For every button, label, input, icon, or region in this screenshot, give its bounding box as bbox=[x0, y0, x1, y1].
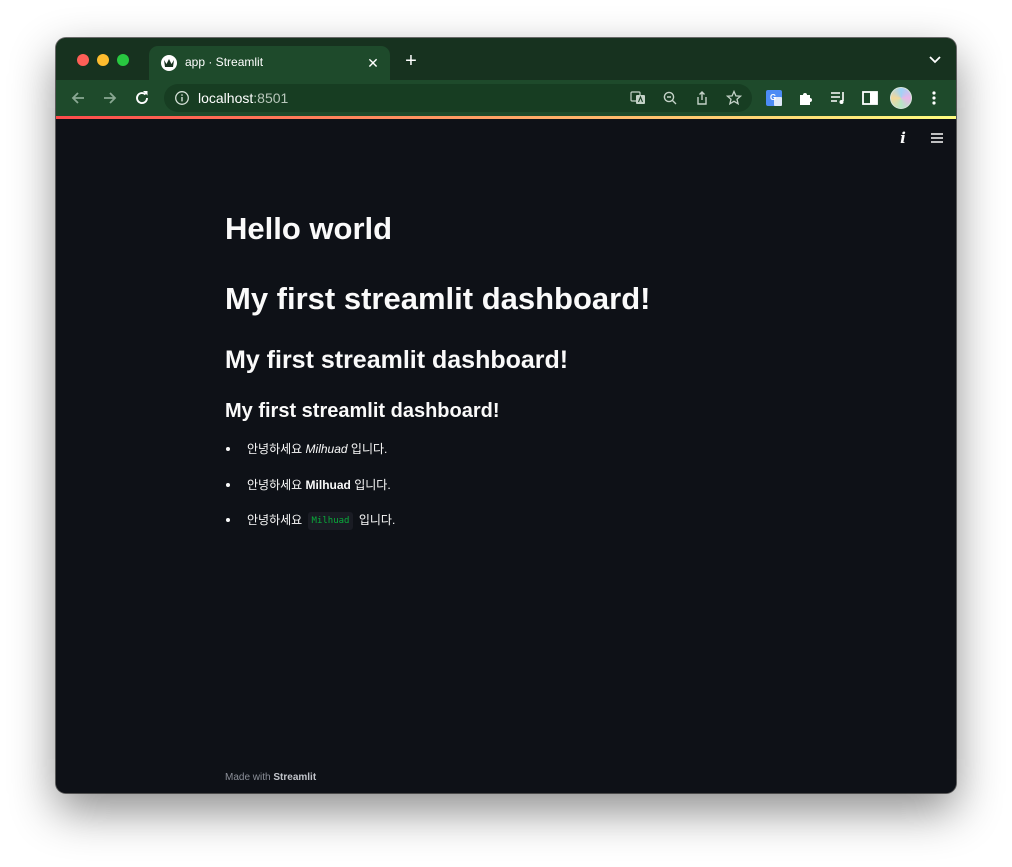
bookmark-star-icon[interactable] bbox=[726, 90, 742, 106]
bullet-dot bbox=[226, 447, 230, 451]
new-tab-button[interactable]: + bbox=[400, 50, 422, 72]
back-arrow-icon[interactable] bbox=[68, 88, 88, 108]
svg-text:G: G bbox=[770, 93, 776, 102]
list-item-text: 안녕하세요 Milhuad 입니다. bbox=[247, 512, 395, 530]
browser-tab[interactable]: app · Streamlit ✕ bbox=[149, 46, 390, 80]
streamlit-crown-icon bbox=[161, 55, 177, 71]
bullet-dot bbox=[226, 518, 230, 522]
extensions-puzzle-icon[interactable] bbox=[796, 88, 816, 108]
translate-icon[interactable] bbox=[630, 90, 646, 106]
address-bar[interactable]: localhost:8501 bbox=[164, 84, 752, 112]
google-translate-extension-icon[interactable]: G bbox=[764, 88, 784, 108]
list-item-text: 안녕하세요 Milhuad 입니다. bbox=[247, 442, 388, 456]
minimize-window-button[interactable] bbox=[97, 54, 109, 66]
italic-name: Milhuad bbox=[305, 442, 348, 456]
info-icon[interactable]: i bbox=[896, 129, 910, 147]
streamlit-app: i Hello world My first streamlit dashboa… bbox=[56, 119, 956, 793]
maximize-window-button[interactable] bbox=[117, 54, 129, 66]
code-name: Milhuad bbox=[307, 512, 354, 530]
bullet-dot bbox=[226, 482, 230, 487]
streamlit-link[interactable]: Streamlit bbox=[273, 772, 316, 783]
close-tab-icon[interactable]: ✕ bbox=[364, 54, 382, 72]
reload-icon[interactable] bbox=[132, 88, 152, 108]
zoom-out-icon[interactable] bbox=[662, 90, 678, 106]
share-icon[interactable] bbox=[694, 90, 710, 106]
forward-arrow-icon[interactable] bbox=[100, 88, 120, 108]
more-options-icon[interactable] bbox=[924, 88, 944, 108]
side-panel-icon[interactable] bbox=[860, 88, 880, 108]
footer: Made with Streamlit bbox=[225, 772, 317, 783]
page-title: Hello world bbox=[225, 211, 393, 246]
hamburger-menu-icon[interactable] bbox=[930, 132, 944, 144]
heading-h2: My first streamlit dashboard! bbox=[225, 346, 569, 374]
url-text: localhost:8501 bbox=[198, 90, 289, 106]
tab-title: app · Streamlit bbox=[185, 55, 264, 69]
browser-window: app · Streamlit ✕ + localhost:8501 G i H… bbox=[56, 38, 956, 793]
tab-bar: app · Streamlit ✕ + bbox=[56, 38, 956, 80]
bold-name: Milhuad bbox=[305, 477, 351, 492]
site-info-icon[interactable] bbox=[174, 90, 190, 106]
profile-avatar[interactable] bbox=[890, 87, 912, 109]
browser-toolbar: localhost:8501 G bbox=[56, 80, 956, 116]
heading-h1: My first streamlit dashboard! bbox=[225, 281, 651, 316]
close-window-button[interactable] bbox=[77, 54, 89, 66]
media-control-icon[interactable] bbox=[828, 88, 848, 108]
chevron-down-icon[interactable] bbox=[928, 54, 942, 66]
heading-h3: My first streamlit dashboard! bbox=[225, 400, 500, 422]
list-item-text: 안녕하세요 Milhuad 입니다. bbox=[247, 477, 391, 492]
